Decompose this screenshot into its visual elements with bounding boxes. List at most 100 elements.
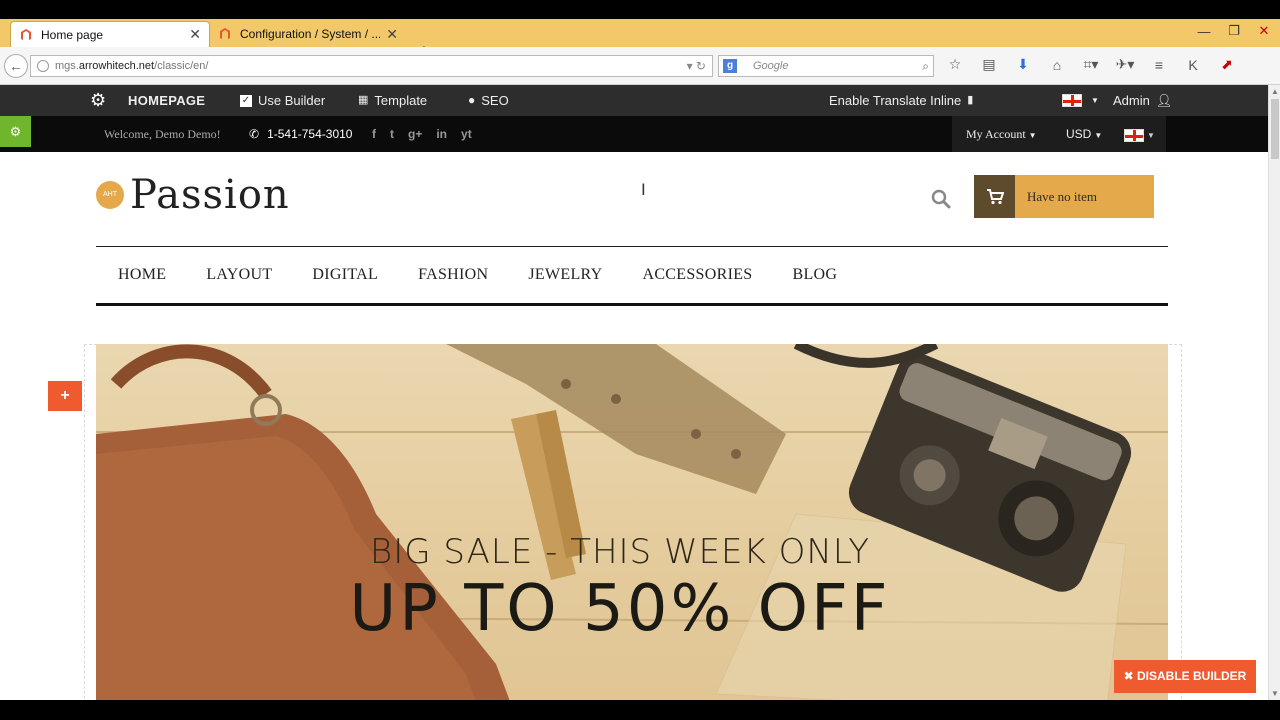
phone-text: 1-541-754-3010 [267,127,353,141]
reading-list-icon[interactable]: ▤ [978,56,1000,73]
my-account-dropdown[interactable]: My Account ▼ [966,116,1037,152]
reload-icon[interactable]: ▾ ↻ [687,56,706,76]
add-block-button[interactable]: + [48,381,82,411]
globe-icon: ● [468,93,476,107]
magento-favicon-icon [218,27,232,41]
tab-title: Home page [41,27,104,42]
admin-user-menu[interactable]: Admin 👤︎ [1113,85,1172,116]
minimize-icon[interactable]: — [1196,24,1212,39]
language-switcher-admin[interactable]: ▼ [1062,85,1099,116]
crop-icon[interactable]: ⌗▾ [1080,56,1102,73]
search-bar[interactable]: g Google ⌕ [718,55,934,77]
youtube-icon[interactable]: yt [461,116,472,152]
menu-item-layout[interactable]: LAYOUT [206,266,272,284]
builder-settings-icon[interactable]: ⚙ [0,116,31,147]
admin-label: Admin [1113,93,1150,108]
home-icon[interactable]: ⌂ [1046,57,1068,73]
book-icon: ▮ [967,94,974,106]
text-cursor-icon: I [641,180,646,199]
menu-item-home[interactable]: HOME [118,266,166,284]
caret-down-icon: ▼ [1028,131,1037,140]
search-icon[interactable]: ⌕ [922,56,929,76]
grid-icon: ▦ [358,94,369,106]
site-identity-icon[interactable] [37,60,49,72]
social-links: f t g+ in yt [372,116,472,152]
vertical-scrollbar[interactable]: ▲ ▼ [1268,85,1280,700]
hero-banner[interactable]: BIG SALE - THIS WEEK ONLY UP TO 50% OFF [96,344,1168,700]
menu-item-digital[interactable]: DIGITAL [312,266,378,284]
linkedin-icon[interactable]: in [436,116,447,152]
addon-red-icon[interactable]: ⬈ [1216,56,1238,73]
scroll-down-icon[interactable]: ▼ [1271,689,1279,698]
settings-gear-icon[interactable]: ⚙ [90,85,106,116]
phone-icon: ✆ [249,127,260,141]
facebook-icon[interactable]: f [372,116,376,152]
tab-close-icon[interactable]: ✕ [189,26,201,43]
use-builder-label: Use Builder [258,93,326,108]
hero-title: UP TO 50% OFF [349,572,891,646]
tab-close-icon[interactable]: ✕ [386,26,398,43]
browser-navigation-bar: ← mgs.arrowhitech.net/classic/en/ ▾ ↻ g … [0,47,1280,85]
seo-button[interactable]: ● SEO [468,85,509,116]
caret-down-icon: ▼ [1091,96,1099,105]
page-content: AHT Passion I Have no item HOME LAYOUT D… [0,152,1268,700]
disable-builder-button[interactable]: ✖ DISABLE BUILDER [1114,660,1256,693]
menu-item-jewelry[interactable]: JEWELRY [528,266,602,284]
site-logo[interactable]: AHT Passion [96,172,290,218]
translate-label: Enable Translate Inline [829,93,962,108]
scroll-thumb[interactable] [1271,99,1279,159]
cart-label: Have no item [1027,188,1098,204]
my-account-label: My Account [966,127,1026,141]
language-dropdown[interactable]: ▼ [1124,116,1155,152]
window-controls: — ❐ ✕ [1196,19,1272,43]
logo-text: Passion [130,172,290,218]
menu-item-accessories[interactable]: ACCESSORIES [642,266,752,284]
template-button[interactable]: ▦ Template [358,85,427,116]
url-domain: arrowhitech.net [78,60,155,72]
cart-icon [974,175,1015,218]
template-label: Template [374,93,428,108]
url-prefix: mgs. [55,60,79,72]
url-path: /classic/en/ [154,60,209,72]
phone-number: ✆ 1-541-754-3010 [249,116,352,152]
currency-label: USD [1066,127,1092,141]
back-arrow-icon[interactable]: ← [4,54,28,78]
download-icon[interactable]: ⬇ [1012,56,1034,73]
search-icon[interactable] [930,188,952,210]
google-plus-icon[interactable]: g+ [408,116,422,152]
menu-item-blog[interactable]: BLOG [792,266,837,284]
welcome-message: Welcome, Demo Demo! [104,127,221,141]
caret-down-icon: ▼ [1094,131,1103,140]
hamburger-menu-icon[interactable]: ≡ [1148,57,1170,73]
menu-item-fashion[interactable]: FASHION [418,266,488,284]
translate-inline-button[interactable]: Enable Translate Inline ▮ [829,85,973,116]
scroll-up-icon[interactable]: ▲ [1271,87,1279,96]
tab-configuration[interactable]: Configuration / System / ... ✕ [210,21,406,47]
bookmark-star-icon[interactable]: ☆ [944,56,966,73]
address-bar[interactable]: mgs.arrowhitech.net/classic/en/ ▾ ↻ [30,55,713,77]
currency-dropdown[interactable]: USD ▼ [1066,116,1102,152]
search-placeholder: Google [753,60,789,72]
caret-down-icon: ▼ [1147,131,1155,140]
homepage-link[interactable]: HOMEPAGE [128,85,205,116]
extension-icon[interactable]: ✈▾ [1114,56,1136,73]
browser-tab-bar: Home page ✕ Configuration / System / ...… [0,19,1280,60]
tab-home-page[interactable]: Home page ✕ [10,21,210,47]
seo-label: SEO [481,93,509,108]
addon-k-icon[interactable]: K [1182,57,1204,73]
restore-icon[interactable]: ❐ [1226,23,1242,39]
twitter-icon[interactable]: t [390,116,394,152]
use-builder-toggle[interactable]: ✓ Use Builder [240,85,325,116]
admin-builder-bar: ⚙ HOMEPAGE ✓ Use Builder ▦ Template ● SE… [0,85,1268,116]
checkbox-checked-icon[interactable]: ✓ [240,94,252,107]
hero-subtitle: BIG SALE - THIS WEEK ONLY [369,532,871,572]
browser-toolbar-icons: ☆ ▤ ⬇ ⌂ ⌗▾ ✈▾ ≡ K ⬈ [944,56,1238,73]
google-engine-icon[interactable]: g [723,59,737,73]
close-window-icon[interactable]: ✕ [1256,23,1272,39]
tab-title: Configuration / System / ... [240,27,381,41]
window-top-strip [0,0,1280,19]
mini-cart[interactable]: Have no item [974,175,1154,218]
england-flag-icon [1062,94,1082,107]
hero-background-image [96,344,1168,700]
magento-favicon-icon [19,28,33,42]
